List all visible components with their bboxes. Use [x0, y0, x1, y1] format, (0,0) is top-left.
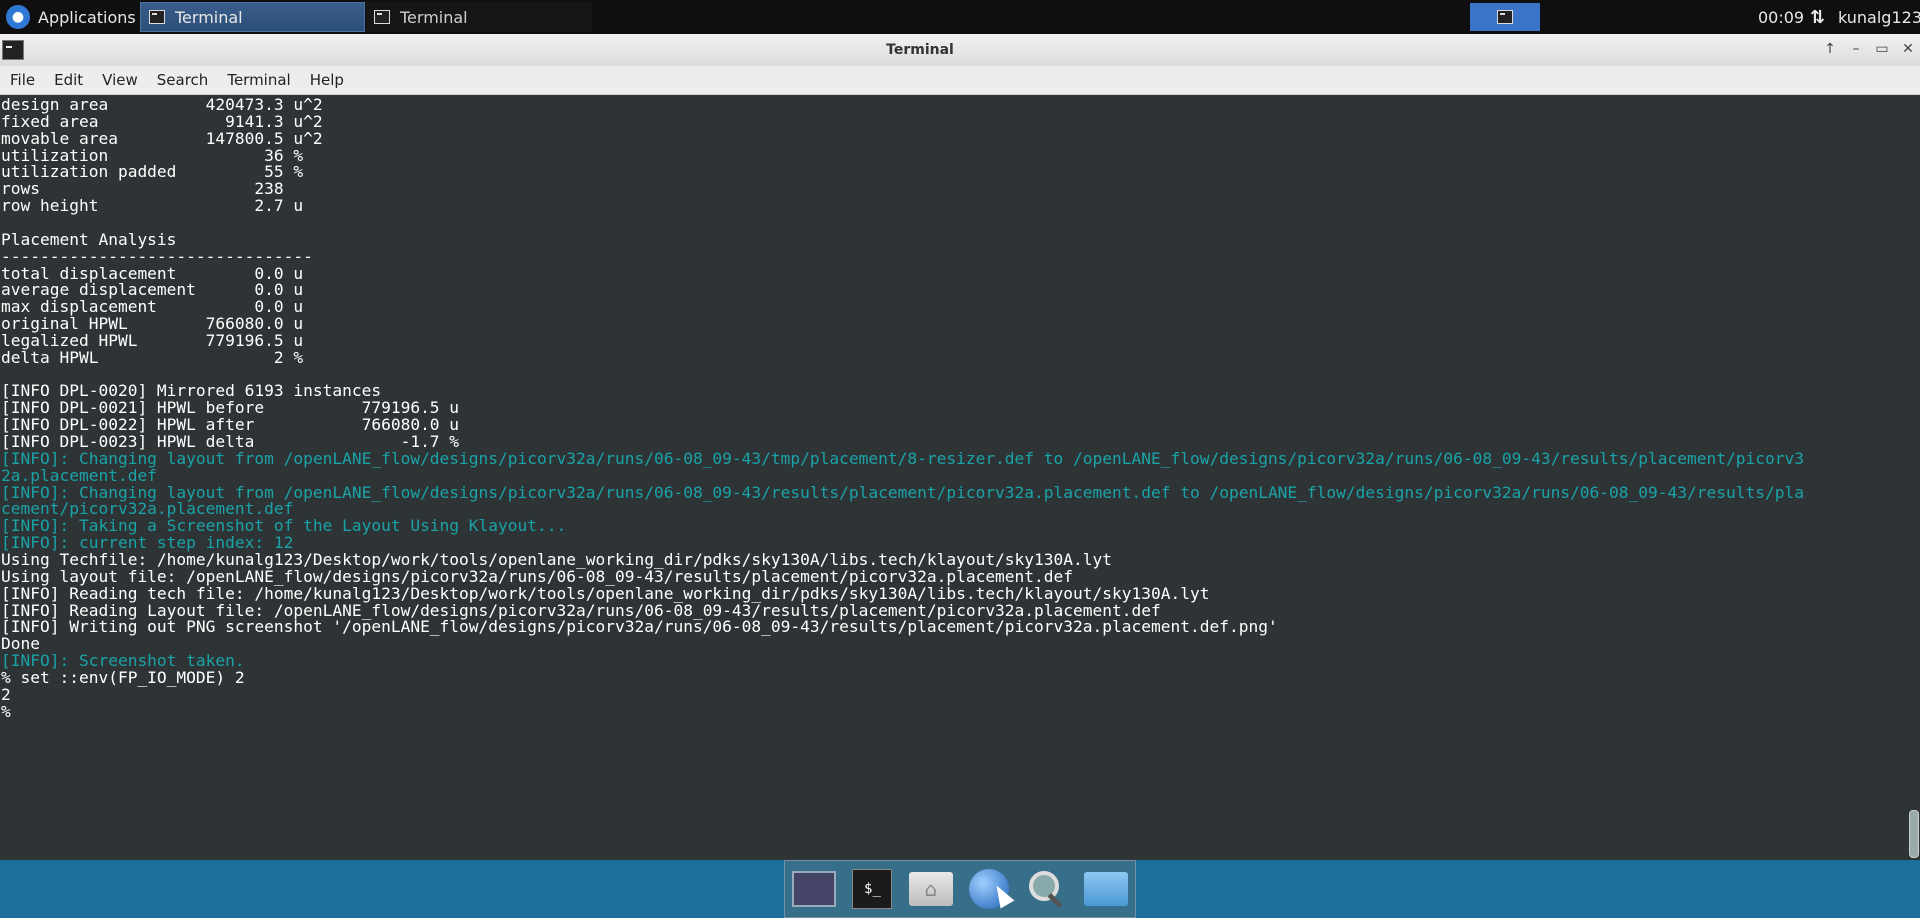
shade-button[interactable]: ↑: [1818, 38, 1842, 60]
terminal-icon: [149, 10, 165, 24]
clock[interactable]: 00:09: [1758, 0, 1804, 34]
dock-item-desktop[interactable]: [792, 867, 837, 911]
dock-item-folder[interactable]: [1083, 867, 1128, 911]
workspace-switcher[interactable]: [1470, 3, 1540, 31]
terminal-line: %: [1, 701, 11, 721]
dock-item-search[interactable]: [1025, 867, 1069, 911]
menu-edit[interactable]: Edit: [44, 71, 92, 89]
terminal-line: [INFO]: Changing layout from /openLANE_f…: [1, 448, 1804, 468]
terminal-output[interactable]: design area 420473.3 u^2 fixed area 9141.…: [0, 95, 1906, 860]
search-icon: [1027, 869, 1067, 909]
menubar: File Edit View Search Terminal Help: [0, 66, 1920, 95]
terminal-line: delta HPWL 2 %: [1, 347, 304, 367]
dock-item-terminal[interactable]: $_: [850, 867, 894, 911]
dock-item-home[interactable]: ⌂: [908, 867, 953, 911]
terminal-icon: [374, 10, 390, 24]
menu-help[interactable]: Help: [300, 71, 353, 89]
menu-file[interactable]: File: [0, 71, 44, 89]
terminal-window: Terminal ↑ – ▭ ✕ File Edit View Search T…: [0, 34, 1920, 860]
taskbar-item-terminal[interactable]: Terminal: [366, 2, 592, 32]
terminal-line: % set ::env(FP_IO_MODE) 2: [1, 667, 245, 687]
applications-label: Applications: [38, 7, 136, 27]
top-panel: ● Applications Terminal Terminal 00:09 ⇅…: [0, 0, 1920, 34]
scrollbar-thumb[interactable]: [1909, 810, 1919, 858]
dock: $_ ⌂: [784, 860, 1136, 918]
terminal-icon: $_: [852, 869, 893, 909]
user-menu[interactable]: kunalg123: [1838, 0, 1920, 34]
terminal-scrollbar[interactable]: [1906, 95, 1920, 860]
menu-terminal[interactable]: Terminal: [217, 71, 299, 89]
minimize-button[interactable]: –: [1844, 38, 1868, 60]
terminal-line: row height 2.7 u: [1, 196, 304, 216]
xfce-logo-icon: ●: [6, 5, 30, 29]
window-title: Terminal: [886, 42, 954, 58]
maximize-button[interactable]: ▭: [1870, 38, 1894, 60]
network-arrows-icon[interactable]: ⇅: [1810, 0, 1825, 34]
menu-search[interactable]: Search: [147, 71, 218, 89]
taskbar-item-terminal-active[interactable]: Terminal: [140, 2, 365, 32]
taskbar-item-label: Terminal: [400, 7, 468, 27]
home-folder-icon: ⌂: [908, 872, 953, 906]
window-controls: ↑ – ▭ ✕: [1818, 38, 1920, 60]
close-button[interactable]: ✕: [1896, 38, 1920, 60]
window-titlebar[interactable]: Terminal ↑ – ▭ ✕: [0, 34, 1920, 67]
taskbar-item-label: Terminal: [175, 7, 243, 27]
applications-menu[interactable]: ● Applications: [0, 0, 136, 34]
desktop-icon: [792, 871, 837, 907]
menu-view[interactable]: View: [92, 71, 147, 89]
terminal-line: [INFO] Writing out PNG screenshot '/open…: [1, 617, 1278, 637]
folder-icon: [1083, 872, 1128, 906]
terminal-icon: [1497, 10, 1513, 24]
